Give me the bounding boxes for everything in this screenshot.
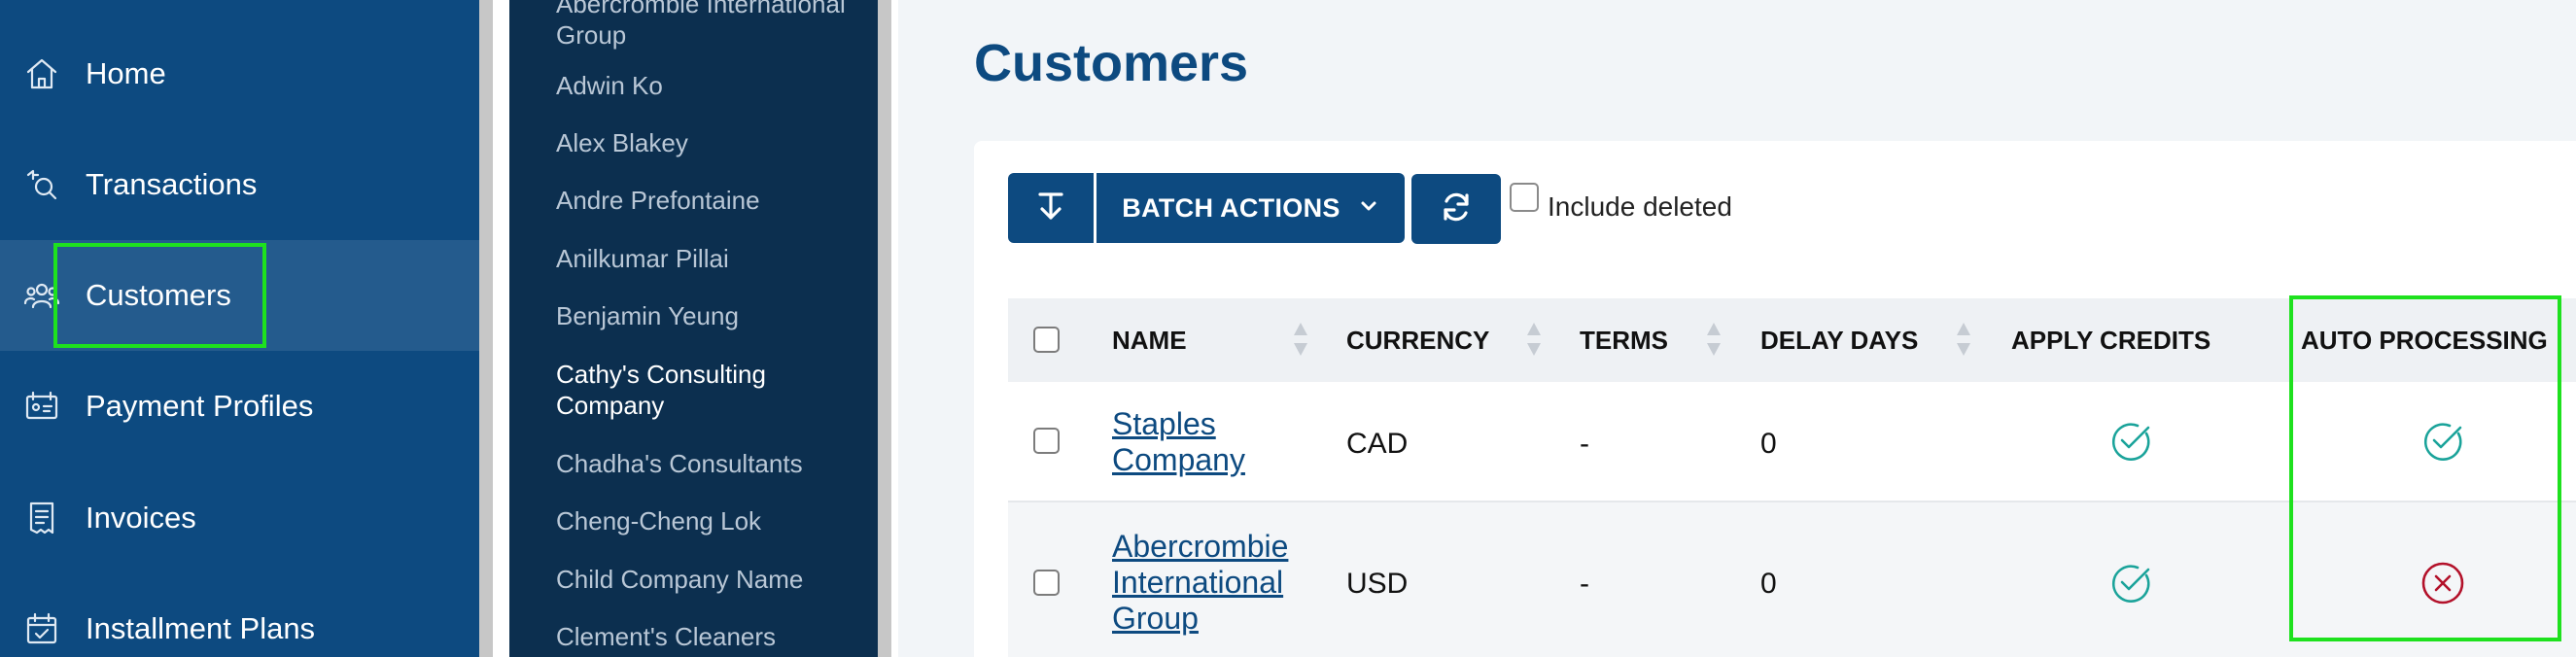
delay-days-cell: 0 xyxy=(1760,428,1777,460)
customer-list-item[interactable]: Adwin Ko xyxy=(556,70,867,101)
row-checkbox[interactable] xyxy=(1033,428,1060,454)
x-circle-icon xyxy=(2421,562,2464,605)
customer-list-item[interactable]: Benjamin Yeung xyxy=(556,300,867,331)
nav-item-invoices[interactable]: Invoices xyxy=(0,463,479,573)
terms-cell: - xyxy=(1580,568,1589,600)
customers-icon xyxy=(21,275,62,316)
customer-list-item[interactable]: Child Company Name xyxy=(556,564,867,595)
currency-cell: USD xyxy=(1346,568,1409,600)
customer-list-item[interactable]: Andre Prefontaine xyxy=(556,185,867,216)
invoices-icon xyxy=(21,498,62,538)
installment-plans-icon xyxy=(21,608,62,649)
payment-profiles-icon xyxy=(21,386,62,427)
customer-list-item[interactable]: Chadha's Consultants xyxy=(556,448,867,479)
column-header-currency[interactable]: CURRENCY xyxy=(1346,298,1489,382)
delay-days-cell: 0 xyxy=(1760,568,1777,600)
batch-actions-button[interactable]: BATCH ACTIONS xyxy=(1097,173,1405,243)
nav-item-label: Transactions xyxy=(86,167,258,201)
nav-item-label: Installment Plans xyxy=(86,611,316,645)
include-deleted-checkbox[interactable] xyxy=(1510,183,1539,212)
currency-cell: CAD xyxy=(1346,428,1409,460)
home-icon xyxy=(21,53,62,94)
nav-item-installment-plans[interactable]: Installment Plans xyxy=(0,573,479,657)
customer-name-link[interactable]: Staples Company xyxy=(1112,406,1306,478)
nav-item-label: Home xyxy=(86,56,166,90)
customer-list-item[interactable]: Anilkumar Pillai xyxy=(556,243,867,274)
column-header-delay-days[interactable]: DELAY DAYS xyxy=(1760,298,1918,382)
sort-button[interactable] xyxy=(1008,173,1094,243)
column-header-apply-credits[interactable]: APPLY CREDITS xyxy=(2011,298,2210,382)
select-all-checkbox[interactable] xyxy=(1033,327,1060,353)
panel-resize-handle[interactable] xyxy=(479,0,493,657)
nav-item-customers[interactable]: Customers xyxy=(0,240,479,351)
page-title: Customers xyxy=(974,34,1249,92)
main-navigation: Home Transactions Customers Payment Prof… xyxy=(0,0,479,657)
nav-item-home[interactable]: Home xyxy=(0,18,479,129)
sort-icon[interactable] xyxy=(1956,321,1971,358)
panel-resize-handle[interactable] xyxy=(878,0,891,657)
row-checkbox[interactable] xyxy=(1033,570,1060,596)
sort-icon[interactable] xyxy=(1293,321,1308,358)
check-circle-icon xyxy=(2111,423,2150,461)
customer-list-panel: Abercrombie International Group Adwin Ko… xyxy=(509,0,878,657)
include-deleted-label: Include deleted xyxy=(1548,191,1732,222)
sort-icon[interactable] xyxy=(1526,321,1542,358)
panel-gap xyxy=(493,0,509,657)
customer-list-item[interactable]: Alex Blakey xyxy=(556,127,867,158)
column-header-name[interactable]: NAME xyxy=(1112,298,1187,382)
nav-item-payment-profiles[interactable]: Payment Profiles xyxy=(0,351,479,462)
panel-gap xyxy=(891,0,898,657)
chevron-down-icon xyxy=(1358,193,1379,224)
refresh-button[interactable] xyxy=(1411,174,1501,244)
terms-cell: - xyxy=(1580,428,1589,460)
customer-list-item[interactable]: Cheng-Cheng Lok xyxy=(556,505,867,536)
nav-item-label: Invoices xyxy=(86,501,196,535)
sort-icon[interactable] xyxy=(1706,321,1722,358)
refresh-icon xyxy=(1437,188,1476,231)
customer-list-item[interactable]: Clement's Cleaners xyxy=(556,621,867,652)
customer-list-item[interactable]: Abercrombie International Group xyxy=(556,0,867,51)
arrow-down-icon xyxy=(1031,187,1070,230)
batch-actions-label: BATCH ACTIONS xyxy=(1122,192,1340,223)
column-header-auto-processing[interactable]: AUTO PROCESSING xyxy=(2301,298,2548,382)
nav-item-transactions[interactable]: Transactions xyxy=(0,129,479,240)
column-header-terms[interactable]: TERMS xyxy=(1580,298,1668,382)
nav-item-label: Payment Profiles xyxy=(86,389,314,423)
customer-list-item-current[interactable]: Cathy's Consulting Company xyxy=(556,359,867,421)
transactions-icon xyxy=(21,164,62,205)
check-circle-icon xyxy=(2423,423,2462,461)
nav-item-label: Customers xyxy=(53,243,266,348)
customer-name-link[interactable]: Abercrombie International Group xyxy=(1112,529,1306,637)
check-circle-icon xyxy=(2111,565,2150,603)
